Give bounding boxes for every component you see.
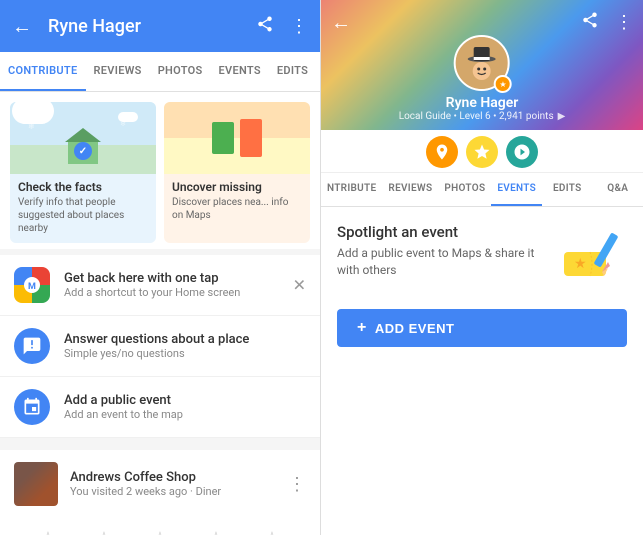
right-panel: ← ⋮: [321, 0, 643, 535]
rtab-contribute[interactable]: NTRIBUTE: [321, 173, 382, 206]
action-event-sub: Add an event to the map: [64, 408, 183, 421]
rtab-qa[interactable]: Q&A: [593, 173, 643, 206]
uncover-card[interactable]: Uncover missing Discover places nea... i…: [164, 102, 310, 243]
tab-reviews[interactable]: REVIEWS: [86, 52, 150, 91]
action-shortcut-text: Get back here with one tap Add a shortcu…: [64, 271, 240, 299]
coffee-sub: You visited 2 weeks ago · Diner: [70, 485, 221, 498]
svg-text:★: ★: [574, 256, 587, 272]
svg-text:M: M: [28, 282, 36, 292]
rtab-reviews[interactable]: REVIEWS: [382, 173, 438, 206]
questions-icon-circle: [14, 328, 50, 364]
tab-events[interactable]: EVENTS: [211, 52, 269, 91]
check-badge: ✓: [74, 142, 92, 160]
maps-icon: M: [14, 267, 50, 303]
uncover-title: Uncover missing: [172, 180, 302, 194]
profile-section: ★ Ryne Hager Local Guide • Level 6 • 2,9…: [399, 35, 566, 122]
badge-star-icon: ★: [499, 80, 506, 89]
action-event[interactable]: Add a public event Add an event to the m…: [0, 377, 320, 438]
star-1[interactable]: ☆: [38, 528, 58, 535]
add-event-plus-icon: +: [357, 319, 367, 337]
stars-row: ☆ ☆ ☆ ☆ ☆: [0, 518, 320, 535]
badge-teal: [506, 136, 538, 168]
star-3[interactable]: ☆: [150, 528, 170, 535]
right-content: Spotlight an event Add a public event to…: [321, 207, 643, 535]
left-panel: ← Ryne Hager ⋮ CONTRIBUTE REVIEWS PHOTOS…: [0, 0, 321, 535]
event-header: Spotlight an event Add a public event to…: [337, 223, 627, 293]
badge-yellow: [466, 136, 498, 168]
action-shortcut-title: Get back here with one tap: [64, 271, 240, 286]
profile-name: Ryne Hager: [446, 95, 519, 111]
left-more-icon[interactable]: ⋮: [290, 16, 308, 37]
add-event-label: Add event: [375, 321, 455, 336]
event-title: Spotlight an event: [337, 223, 547, 241]
rtab-events[interactable]: EVENTS: [491, 173, 542, 206]
play-icon[interactable]: ▶: [558, 111, 566, 122]
action-shortcut[interactable]: M Get back here with one tap Add a short…: [0, 255, 320, 316]
star-4[interactable]: ☆: [206, 528, 226, 535]
coffee-thumbnail: [14, 462, 58, 506]
coffee-more-icon[interactable]: ⋮: [288, 474, 306, 495]
close-icon[interactable]: ✕: [293, 276, 306, 295]
right-more-icon[interactable]: ⋮: [615, 12, 633, 33]
cards-row: ❄ ❄ ❄ ✓ Check the facts Verify info that…: [0, 92, 320, 249]
action-event-text: Add a public event Add an event to the m…: [64, 393, 183, 421]
action-shortcut-sub: Add a shortcut to your Home screen: [64, 286, 240, 299]
tab-photos[interactable]: PHOTOS: [150, 52, 211, 91]
coffee-name: Andrews Coffee Shop: [70, 470, 221, 485]
uncover-illustration: [164, 102, 310, 174]
action-questions-sub: Simple yes/no questions: [64, 347, 249, 360]
check-facts-desc: Verify info that people suggested about …: [18, 196, 148, 235]
action-questions-title: Answer questions about a place: [64, 332, 249, 347]
left-header: ← Ryne Hager ⋮: [0, 0, 320, 52]
profile-sub: Local Guide • Level 6 • 2,941 points ▶: [399, 111, 566, 122]
coffee-info: Andrews Coffee Shop You visited 2 weeks …: [70, 470, 221, 498]
right-back-icon[interactable]: ←: [331, 10, 351, 35]
right-tabs: NTRIBUTE REVIEWS PHOTOS EVENTS EDITS Q&A: [321, 173, 643, 207]
star-5[interactable]: ☆: [262, 528, 282, 535]
check-facts-card[interactable]: ❄ ❄ ❄ ✓ Check the facts Verify info that…: [10, 102, 156, 243]
right-header: ← ⋮: [321, 0, 643, 130]
tab-contribute[interactable]: CONTRIBUTE: [0, 52, 86, 91]
action-questions[interactable]: Answer questions about a place Simple ye…: [0, 316, 320, 377]
tab-edits[interactable]: EDITS: [269, 52, 316, 91]
event-text-area: Spotlight an event Add a public event to…: [337, 223, 547, 279]
check-facts-text: Check the facts Verify info that people …: [10, 174, 156, 243]
check-facts-illustration: ❄ ❄ ❄ ✓: [10, 102, 156, 174]
event-icon-circle: [14, 389, 50, 425]
rtab-edits[interactable]: EDITS: [542, 173, 592, 206]
rtab-photos[interactable]: PHOTOS: [438, 173, 491, 206]
event-illustration: ★: [557, 223, 627, 293]
avatar: ★: [454, 35, 510, 91]
star-2[interactable]: ☆: [94, 528, 114, 535]
badges-row: [321, 130, 643, 173]
left-share-icon[interactable]: [256, 15, 274, 38]
left-tabs: CONTRIBUTE REVIEWS PHOTOS EVENTS EDITS Q: [0, 52, 320, 92]
left-title: Ryne Hager: [48, 16, 240, 37]
coffee-shop-row[interactable]: Andrews Coffee Shop You visited 2 weeks …: [0, 444, 320, 518]
badge-orange: [426, 136, 458, 168]
uncover-text: Uncover missing Discover places nea... i…: [164, 174, 310, 230]
left-back-icon[interactable]: ←: [12, 14, 32, 39]
action-questions-text: Answer questions about a place Simple ye…: [64, 332, 249, 360]
right-share-icon[interactable]: [581, 11, 599, 34]
action-event-title: Add a public event: [64, 393, 183, 408]
uncover-desc: Discover places nea... info on Maps: [172, 196, 302, 222]
event-desc: Add a public event to Maps & share it wi…: [337, 245, 547, 279]
check-facts-title: Check the facts: [18, 180, 148, 194]
add-event-button[interactable]: + Add event: [337, 309, 627, 347]
right-header-controls: ← ⋮: [331, 10, 633, 35]
left-content: ❄ ❄ ❄ ✓ Check the facts Verify info that…: [0, 92, 320, 535]
avatar-badge: ★: [494, 75, 512, 93]
box-green-icon: [212, 122, 234, 154]
box-orange-icon: [240, 119, 262, 157]
